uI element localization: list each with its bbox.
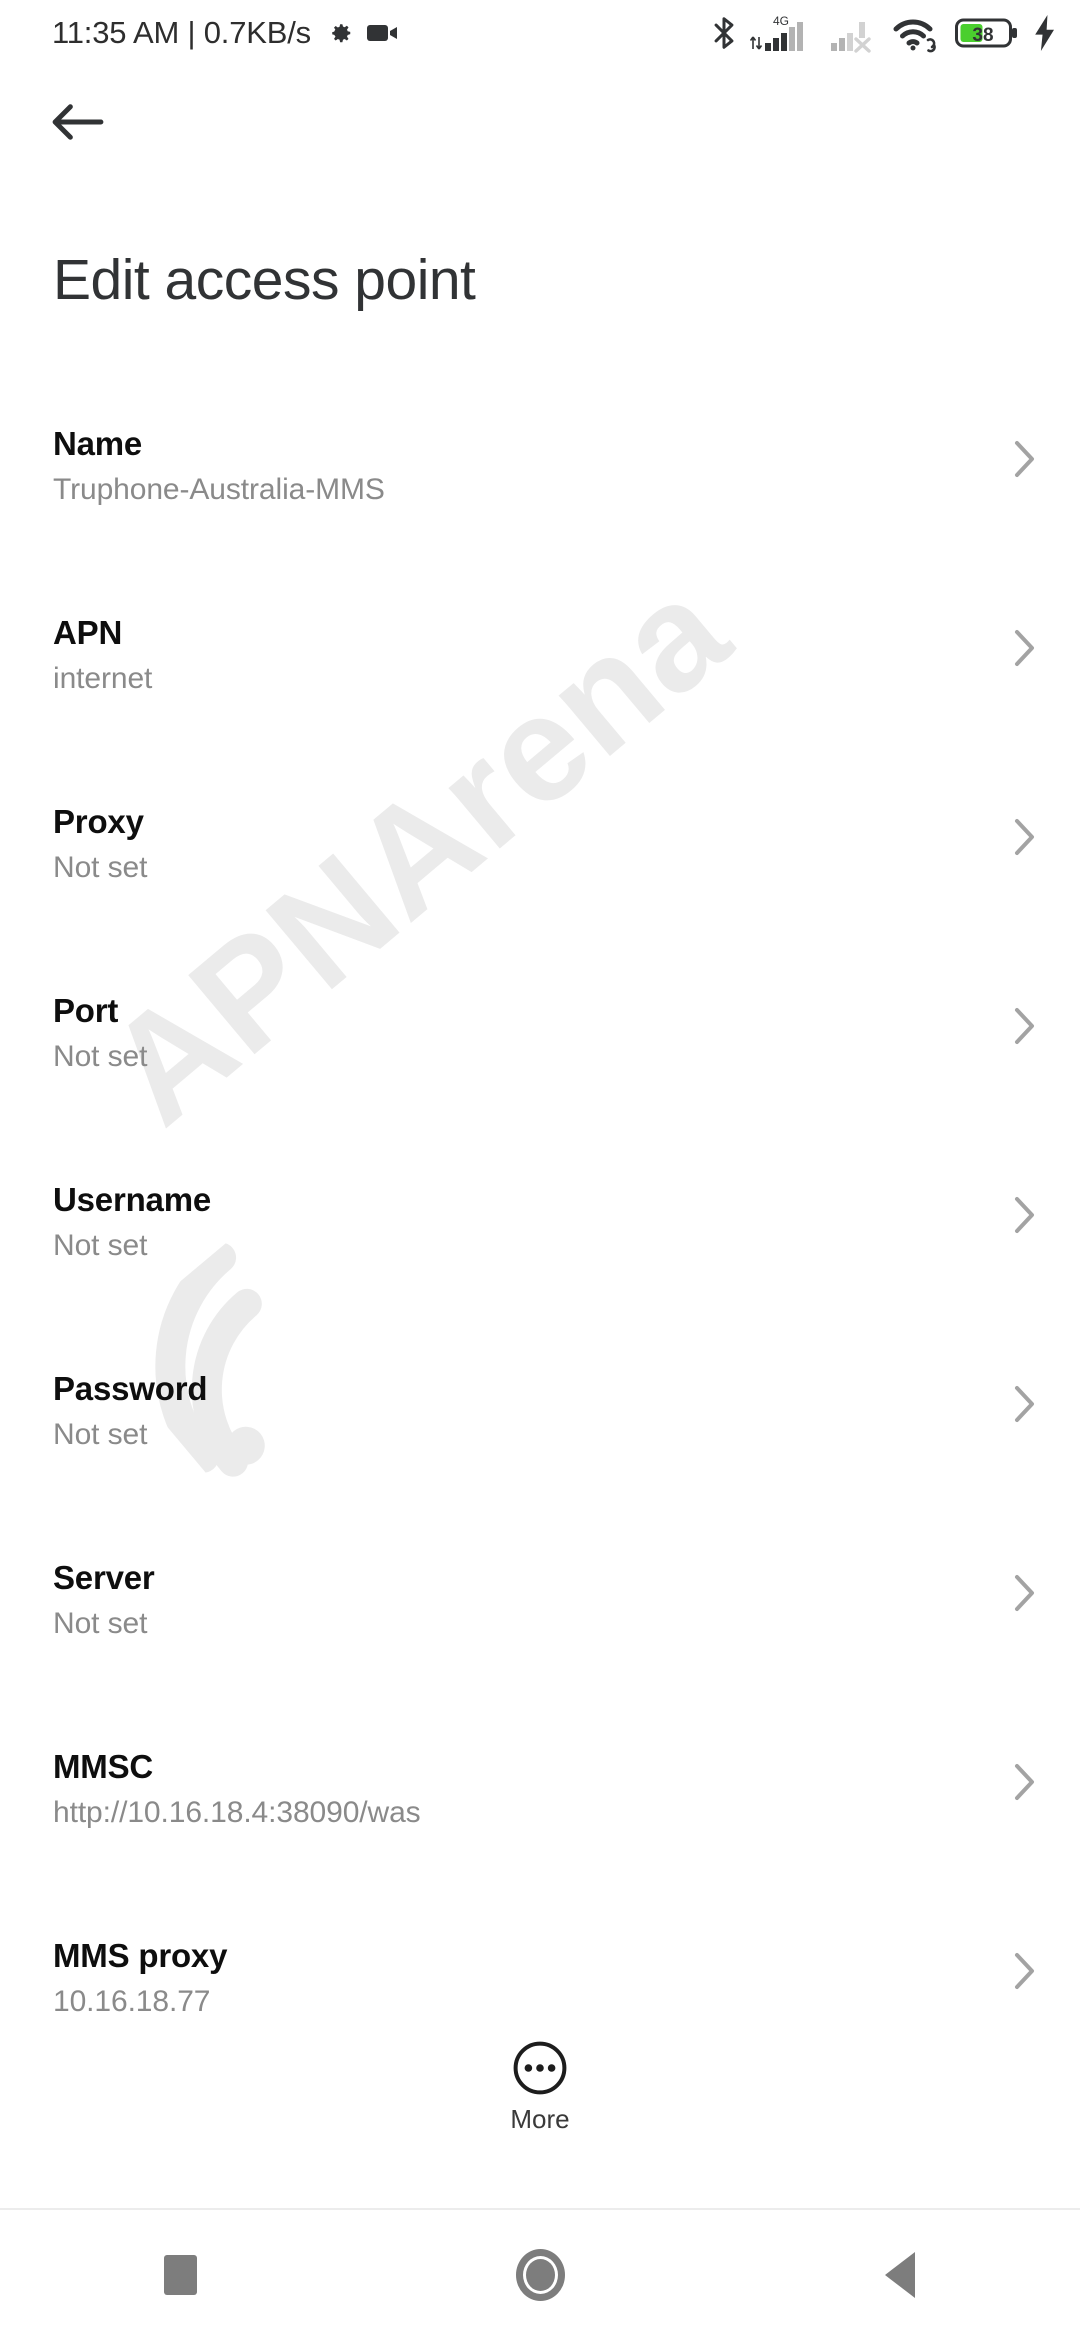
apn-row-apn[interactable]: APN internet <box>0 589 1080 778</box>
chevron-right-icon <box>1014 440 1036 478</box>
apn-row-proxy[interactable]: Proxy Not set <box>0 778 1080 967</box>
signal-4g-icon: 4G <box>750 13 816 53</box>
chevron-right-icon <box>1014 818 1036 856</box>
phone-screen: 11:35 AM | 0.7KB/s 4G 38 Edit access poi… <box>0 0 1080 2340</box>
status-bar-left: 11:35 AM | 0.7KB/s <box>52 15 399 51</box>
apn-row-label: Server <box>53 1559 155 1596</box>
chevron-right-icon <box>1014 1763 1036 1801</box>
chevron-right-icon <box>1014 1574 1036 1612</box>
apn-row-label: APN <box>53 614 123 651</box>
page-title: Edit access point <box>53 248 476 312</box>
gear-icon <box>324 18 354 48</box>
apn-row-password[interactable]: Password Not set <box>0 1345 1080 1534</box>
chevron-right-icon <box>1014 1196 1036 1234</box>
apn-row-text: Username Not set <box>0 1180 1080 1265</box>
apn-row-value: Not set <box>53 1607 148 1641</box>
back-arrow-icon[interactable] <box>44 88 112 156</box>
svg-text:4G: 4G <box>773 14 789 28</box>
apn-row-label: Name <box>53 425 143 462</box>
apn-row-value: 10.16.18.77 <box>53 1985 211 2019</box>
nav-recents-button[interactable] <box>0 2209 360 2340</box>
back-triangle-icon <box>885 2252 915 2298</box>
bluetooth-icon <box>711 14 737 52</box>
apn-row-text: APN internet <box>0 613 1080 698</box>
chevron-right-icon <box>1014 629 1036 667</box>
home-circle-icon <box>515 2249 565 2301</box>
recents-square-icon <box>163 2255 197 2295</box>
apn-row-port[interactable]: Port Not set <box>0 967 1080 1156</box>
status-clock-and-datarate: 11:35 AM | 0.7KB/s <box>52 15 311 50</box>
apn-row-value: internet <box>53 662 153 696</box>
nav-back-button[interactable] <box>720 2209 1080 2340</box>
chevron-right-icon <box>1014 1952 1036 1990</box>
app-bar <box>0 66 1080 178</box>
more-label: More <box>510 2104 570 2134</box>
video-camera-icon <box>366 21 399 45</box>
apn-row-text: MMS proxy 10.16.18.77 <box>0 1936 1080 2021</box>
apn-row-text: Password Not set <box>0 1369 1080 1454</box>
apn-row-value: Not set <box>53 1229 148 1263</box>
apn-row-server[interactable]: Server Not set <box>0 1534 1080 1723</box>
apn-row-value: Not set <box>53 851 148 885</box>
apn-row-text: MMSC http://10.16.18.4:38090/was <box>0 1747 1080 1832</box>
chevron-right-icon <box>1014 1385 1036 1423</box>
apn-row-label: Password <box>53 1370 208 1407</box>
apn-row-value: Not set <box>53 1418 148 1452</box>
apn-row-value: http://10.16.18.4:38090/was <box>53 1796 421 1830</box>
more-dots-icon <box>512 2040 568 2096</box>
status-bar-right: 4G 38 <box>711 13 1058 53</box>
battery-percent-text: 38 <box>972 25 993 46</box>
apn-row-value: Not set <box>53 1040 148 1074</box>
charging-bolt-icon <box>1032 15 1058 51</box>
signal-no-service-icon <box>829 13 879 53</box>
more-button[interactable]: More <box>0 2040 1080 2149</box>
status-bar: 11:35 AM | 0.7KB/s 4G 38 <box>0 0 1080 66</box>
system-navigation-bar <box>0 2208 1080 2340</box>
apn-row-label: Proxy <box>53 803 144 840</box>
apn-row-mmsc[interactable]: MMSC http://10.16.18.4:38090/was <box>0 1723 1080 1912</box>
apn-row-value: Truphone-Australia-MMS <box>53 473 385 507</box>
apn-settings-list: Name Truphone-Australia-MMS APN internet <box>0 400 1080 2101</box>
apn-row-label: Port <box>53 992 119 1029</box>
chevron-right-icon <box>1014 1007 1036 1045</box>
apn-row-text: Port Not set <box>0 991 1080 1076</box>
wifi-icon <box>892 13 942 53</box>
apn-row-text: Server Not set <box>0 1558 1080 1643</box>
battery-icon: 38 <box>955 16 1019 50</box>
apn-row-name[interactable]: Name Truphone-Australia-MMS <box>0 400 1080 589</box>
apn-row-label: MMSC <box>53 1748 154 1785</box>
apn-row-label: MMS proxy <box>53 1937 228 1974</box>
nav-home-button[interactable] <box>360 2209 720 2340</box>
apn-row-text: Name Truphone-Australia-MMS <box>0 424 1080 509</box>
apn-row-label: Username <box>53 1181 211 1218</box>
apn-row-text: Proxy Not set <box>0 802 1080 887</box>
apn-row-username[interactable]: Username Not set <box>0 1156 1080 1345</box>
